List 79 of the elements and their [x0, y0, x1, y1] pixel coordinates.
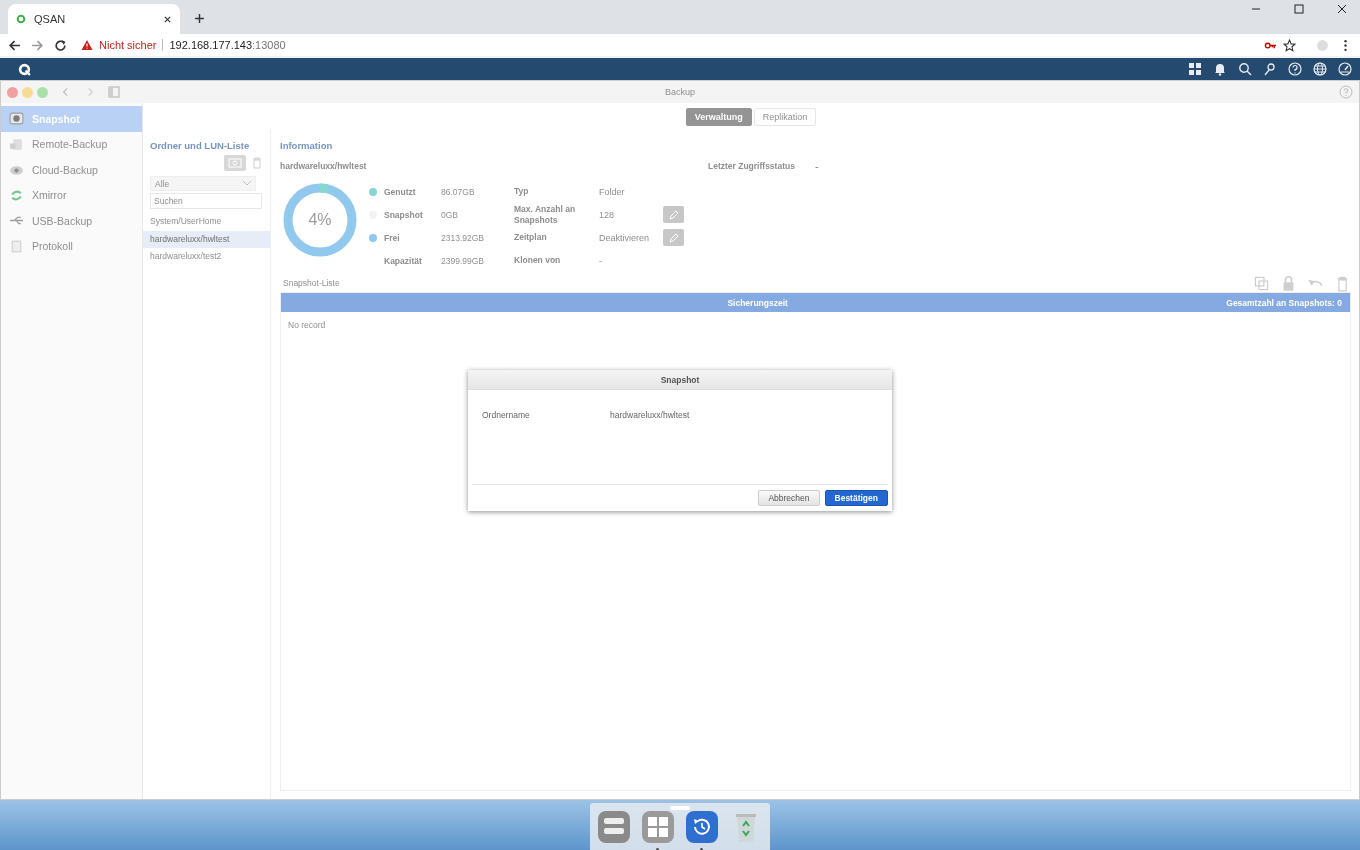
- field-label: Letzter Zugriffsstatus: [708, 161, 796, 171]
- column-header: Sicherungszeit: [726, 297, 789, 308]
- browser-tab[interactable]: QSAN: [8, 4, 180, 34]
- cancel-button[interactable]: Abbrechen: [758, 490, 820, 506]
- app-logo-icon: [16, 14, 26, 24]
- field-value: -: [815, 160, 819, 172]
- field-label: Zeitplan: [514, 232, 548, 243]
- tab[interactable]: Replikation: [753, 108, 817, 126]
- sync-icon: [9, 188, 24, 202]
- warning-icon: [81, 39, 93, 51]
- reload-icon[interactable]: [54, 38, 67, 52]
- field-label: Typ: [514, 186, 530, 197]
- copy-icon[interactable]: [1253, 274, 1270, 292]
- folder-name: hardwareluxx/hwltest: [280, 161, 368, 171]
- section-title: Snapshot-Liste: [283, 278, 340, 288]
- forward-icon[interactable]: [31, 38, 44, 52]
- url-text: 192.168.177.143:13080: [169, 39, 286, 51]
- pencil-icon: [667, 208, 680, 221]
- apps-icon[interactable]: [640, 808, 676, 845]
- security-label: Nicht sicher: [99, 39, 157, 51]
- dialog-title: Snapshot: [468, 370, 892, 390]
- search-field[interactable]: Suchen: [150, 193, 262, 209]
- search-icon[interactable]: [1238, 62, 1252, 76]
- back-icon[interactable]: [8, 38, 21, 52]
- legend-label: Snapshot: [384, 209, 424, 220]
- legend-label: Genutzt: [384, 186, 417, 197]
- sidebar-item[interactable]: Xmirror: [1, 182, 142, 208]
- legend-value: 2313.92GB: [441, 232, 484, 243]
- close-icon[interactable]: [163, 14, 172, 24]
- storage-icon[interactable]: [596, 808, 632, 845]
- legend-label: Frei: [384, 232, 401, 243]
- sidebar-item[interactable]: Remote-Backup: [1, 131, 142, 157]
- app-logo-icon[interactable]: [18, 62, 31, 76]
- folder-item[interactable]: hardwareluxx/test2: [143, 248, 270, 266]
- panel-title: Ordner und LUN-Liste: [150, 140, 251, 151]
- edit-button[interactable]: [663, 206, 684, 223]
- camera-icon: [9, 112, 24, 126]
- grid-icon[interactable]: [1188, 62, 1202, 76]
- section-title: Information: [280, 140, 334, 151]
- globe-icon[interactable]: [1313, 62, 1327, 76]
- maximize-icon[interactable]: [1294, 4, 1304, 14]
- usage-percent: 4%: [308, 211, 332, 229]
- legend-value: 86.07GB: [441, 186, 475, 197]
- empty-message: No record: [287, 319, 327, 332]
- document-icon: [9, 239, 24, 253]
- star-icon[interactable]: [1283, 38, 1296, 52]
- edit-button[interactable]: [663, 229, 684, 246]
- pencil-icon: [667, 231, 680, 244]
- tab[interactable]: Verwaltung: [685, 108, 752, 126]
- window-title: Backup: [665, 87, 695, 97]
- sidebar-toggle-icon[interactable]: [108, 86, 120, 98]
- legend-label: Kapazität: [384, 255, 423, 266]
- sidebar-item[interactable]: USB-Backup: [1, 208, 142, 234]
- backup-icon[interactable]: [684, 808, 720, 845]
- close-icon[interactable]: [1337, 4, 1347, 14]
- confirm-button[interactable]: Bestätigen: [824, 490, 888, 506]
- field-label: Max. Anzahl an Snapshots: [514, 204, 577, 225]
- sidebar-item[interactable]: Protokoll: [1, 233, 142, 259]
- field-value: 128: [599, 209, 616, 220]
- field-value: Folder: [599, 186, 626, 197]
- legend-value: 2399.99GB: [441, 255, 484, 266]
- tab-title: QSAN: [34, 13, 67, 25]
- filter-dropdown[interactable]: Alle: [150, 176, 256, 191]
- camera-icon: [228, 158, 242, 168]
- new-tab-icon[interactable]: [194, 13, 205, 24]
- bell-icon[interactable]: [1213, 62, 1227, 76]
- gauge-icon[interactable]: [1338, 62, 1352, 76]
- address-bar[interactable]: Nicht sicher 192.168.177.143:13080: [77, 35, 1306, 55]
- field-value: hardwareluxx/hwltest: [610, 410, 690, 420]
- folder-item[interactable]: System/UserHome: [143, 213, 270, 231]
- sidebar-item[interactable]: Cloud-Backup: [1, 157, 142, 183]
- field-value: -: [599, 255, 603, 266]
- legend-value: 0GB: [441, 209, 458, 220]
- total-count: Gesamtzahl an Snapshots: 0: [1226, 297, 1342, 308]
- field-label: Klonen von: [514, 255, 562, 266]
- field-label: Ordnername: [482, 410, 531, 420]
- folder-item[interactable]: hardwareluxx/hwltest: [143, 230, 270, 248]
- field-value: Deaktivieren: [599, 232, 651, 243]
- caret-icon: [243, 181, 251, 186]
